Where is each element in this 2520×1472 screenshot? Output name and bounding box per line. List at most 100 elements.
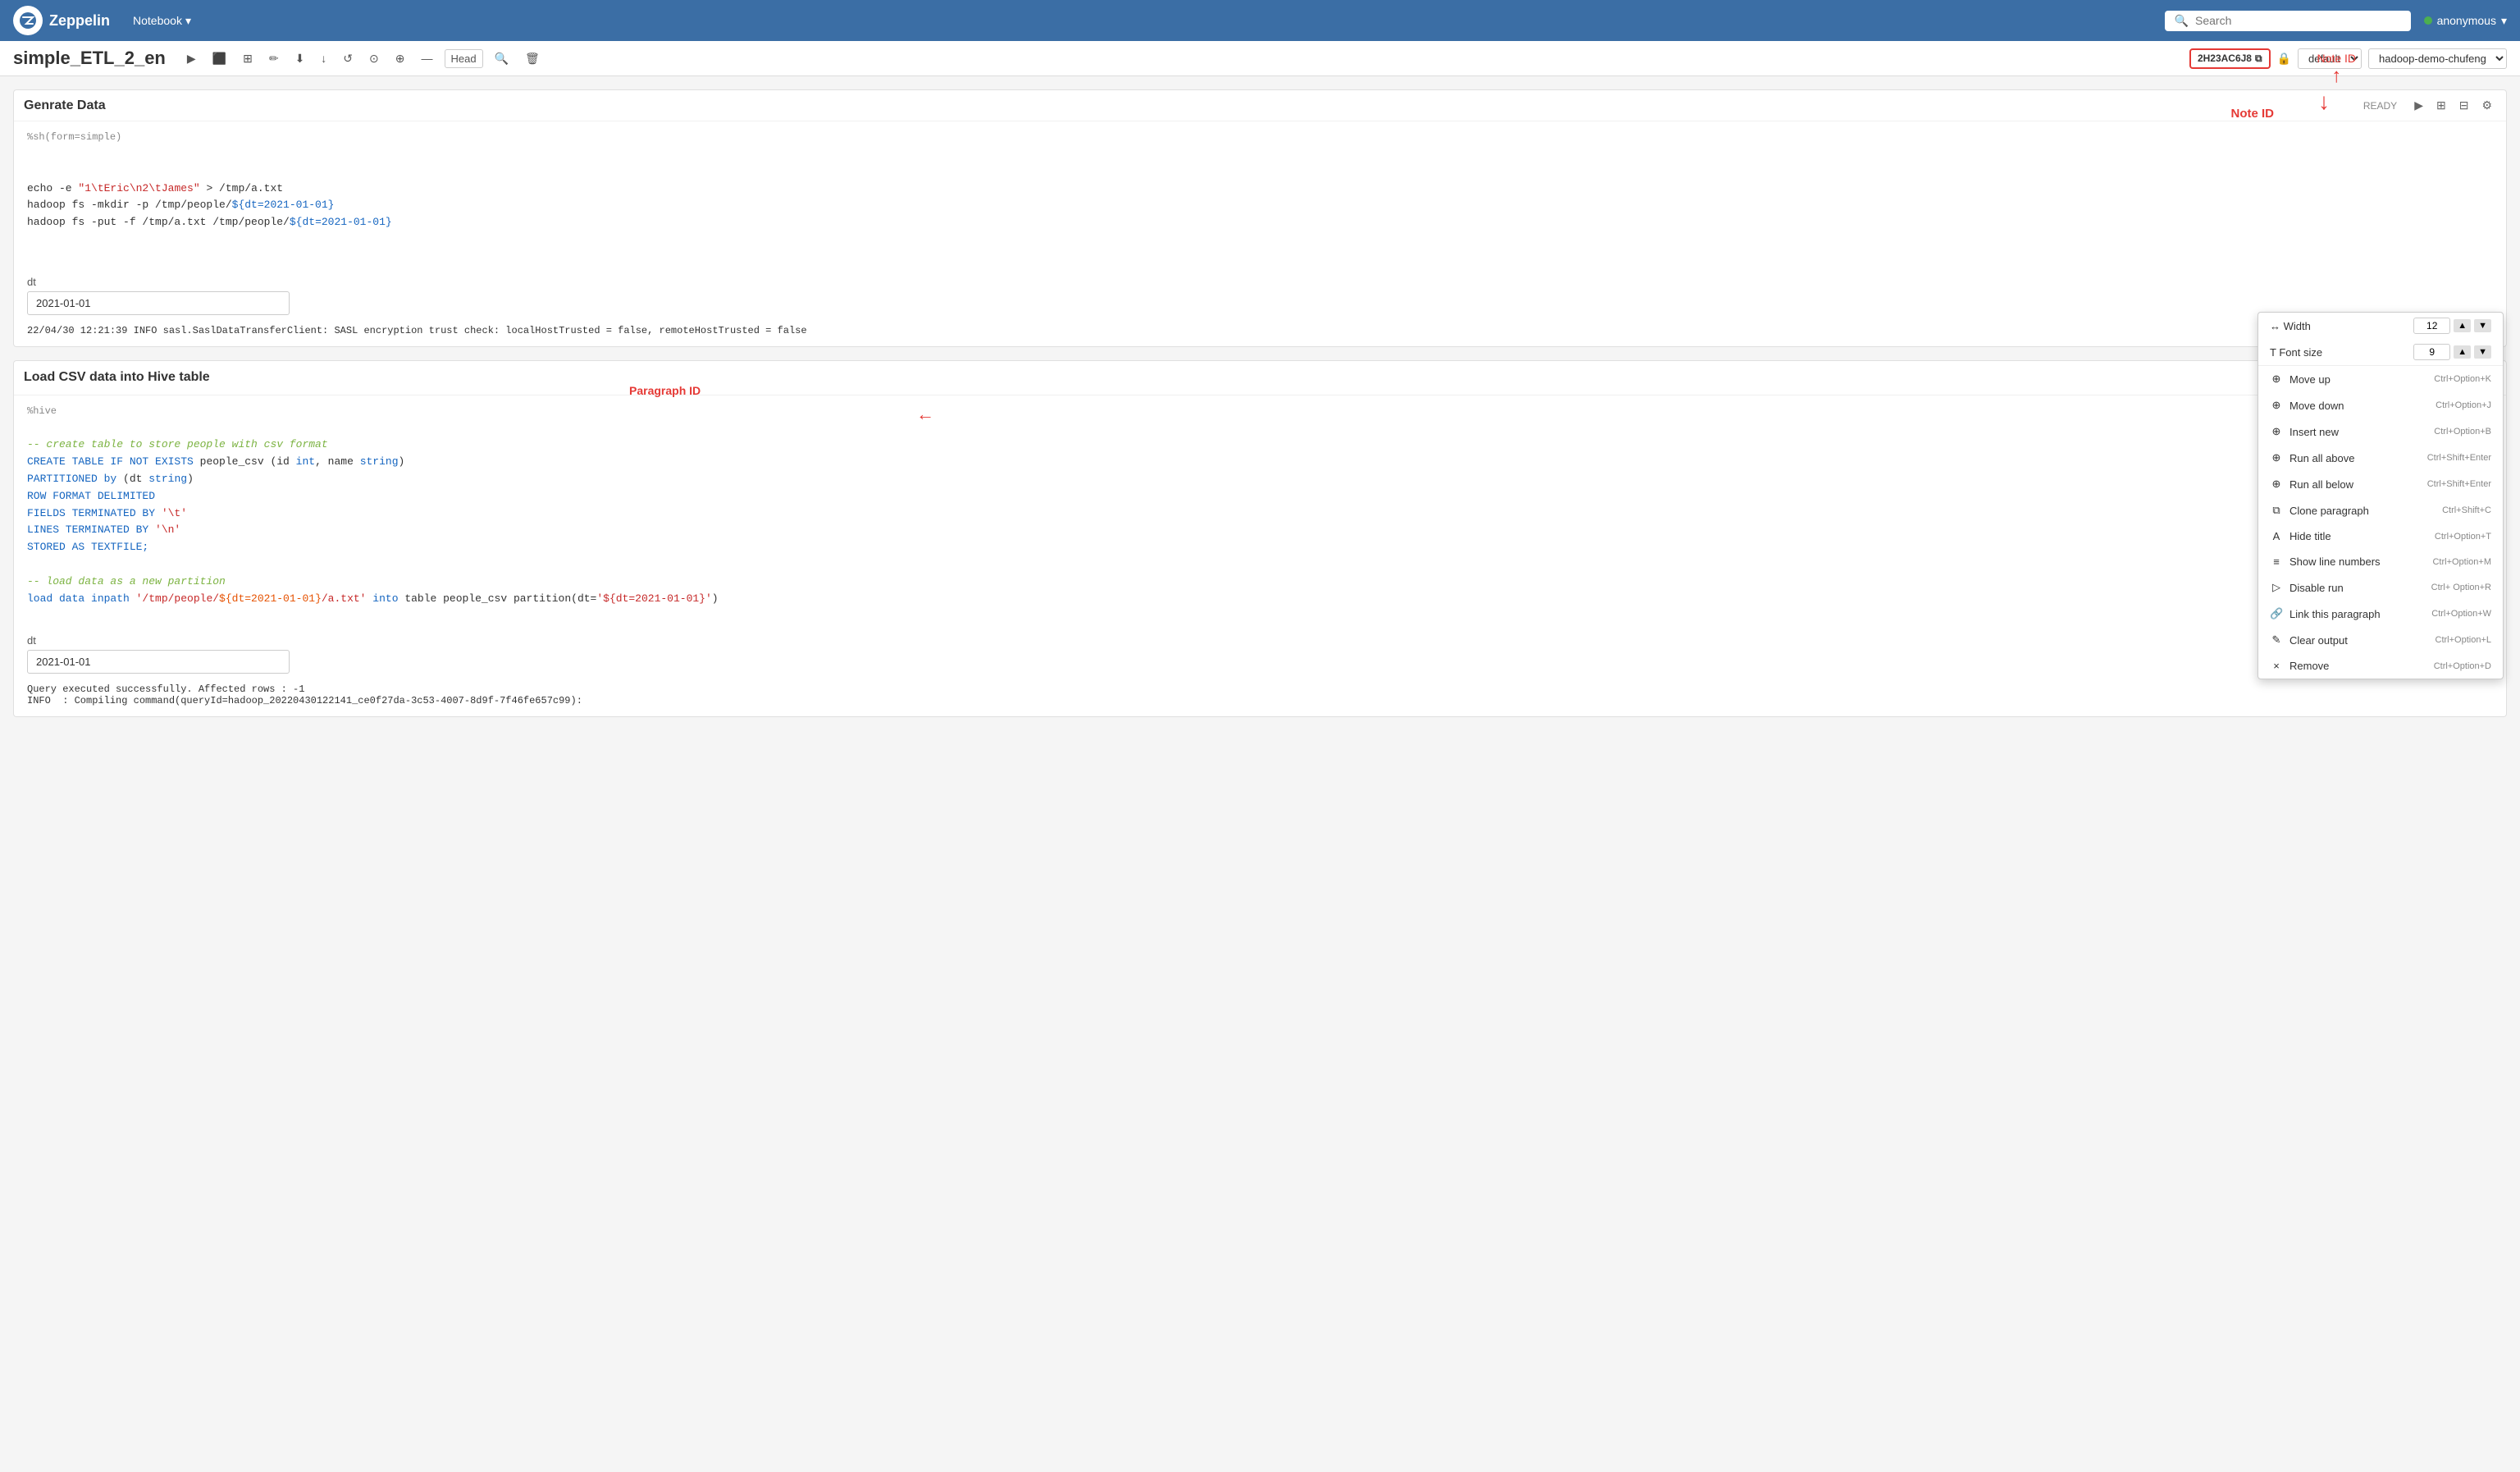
para2-field-label: dt (27, 634, 2493, 647)
interpreter-1: %sh(form=simple) (27, 131, 2493, 143)
link-para-icon: 🔗 (2270, 607, 2283, 620)
menu-width-row: ↔ Width ▲ ▼ (2258, 313, 2503, 339)
search-para-button[interactable]: 🔍 (490, 48, 514, 69)
stop-button[interactable]: ⬛ (208, 48, 231, 69)
comment-2: -- load data as a new partition (27, 575, 226, 587)
clone-label: Clone paragraph (2289, 505, 2369, 517)
code-line-1: echo -e "1\tEric\n2\tJames" > /tmp/a.txt… (27, 182, 392, 229)
move-down-label: Move down (2289, 400, 2344, 412)
fontsize-value[interactable] (2413, 344, 2450, 360)
menu-insert-new[interactable]: ⊕ Insert new Ctrl+Option+B (2258, 418, 2503, 445)
paragraph-1-header: Genrate Data READY ▶ ⊞ ⊟ ⚙ (14, 90, 2506, 121)
menu-clone[interactable]: ⧉ Clone paragraph Ctrl+Shift+C (2258, 497, 2503, 523)
clone-icon: ⧉ (2270, 504, 2283, 517)
brand-logo[interactable]: Zeppelin (13, 6, 110, 35)
clone-shortcut: Ctrl+Shift+C (2442, 505, 2491, 515)
para1-field-label: dt (27, 276, 2493, 288)
menu-line-numbers[interactable]: ≡ Show line numbers Ctrl+Option+M (2258, 549, 2503, 574)
download-button[interactable]: ⬇ (290, 48, 310, 69)
menu-fontsize-row: T Font size ▲ ▼ (2258, 339, 2503, 365)
menu-hide-title[interactable]: A Hide title Ctrl+Option+T (2258, 523, 2503, 549)
paragraph-1-actions: ▶ ⊞ ⊟ ⚙ (2410, 97, 2496, 114)
fontsize-up-button[interactable]: ▲ (2454, 345, 2471, 359)
copy-icon[interactable]: ⧉ (2255, 53, 2262, 65)
clear-icon: ✎ (2270, 633, 2283, 647)
menu-remove[interactable]: × Remove Ctrl+Option+D (2258, 653, 2503, 679)
user-menu[interactable]: anonymous ▾ (2424, 14, 2507, 28)
insert-label: Insert new (2289, 426, 2339, 438)
disable-run-label: Disable run (2289, 582, 2344, 594)
para1-expand-button[interactable]: ⊞ (2432, 97, 2450, 114)
para1-output: 22/04/30 12:21:39 INFO sasl.SaslDataTran… (27, 325, 2493, 336)
notebook-toolbar: simple_ETL_2_en ▶ ⬛ ⊞ ✏ ⬇ ↓ ↺ ⊙ ⊕ — Head… (0, 41, 2520, 76)
paragraph-1-body: %sh(form=simple) echo -e "1\tEric\n2\tJa… (14, 121, 2506, 346)
minus-button[interactable]: — (417, 48, 438, 68)
menu-run-below[interactable]: ⊕ Run all below Ctrl+Shift+Enter (2258, 471, 2503, 497)
delete-notebook-button[interactable]: 🗑 (520, 48, 545, 69)
line-numbers-shortcut: Ctrl+Option+M (2432, 557, 2491, 567)
paragraph-2-title: Load CSV data into Hive table (24, 370, 2405, 385)
cluster-select[interactable]: hadoop-demo-chufeng (2368, 48, 2507, 69)
navbar: Zeppelin Notebook ▾ 🔍 anonymous ▾ (0, 0, 2520, 41)
insert-icon: ⊕ (2270, 425, 2283, 438)
move-down-icon: ⊕ (2270, 399, 2283, 412)
width-value[interactable] (2413, 318, 2450, 334)
menu-chevron-icon: ▾ (185, 14, 191, 28)
run-below-shortcut: Ctrl+Shift+Enter (2427, 479, 2491, 489)
menu-clear-output[interactable]: ✎ Clear output Ctrl+Option+L (2258, 627, 2503, 653)
menu-link-para[interactable]: 🔗 Link this paragraph Ctrl+Option+W (2258, 601, 2503, 627)
hide-title-shortcut: Ctrl+Option+T (2435, 532, 2491, 542)
paragraph-1: Genrate Data READY ▶ ⊞ ⊟ ⚙ %sh(form=simp… (13, 89, 2507, 347)
menu-run-above[interactable]: ⊕ Run all above Ctrl+Shift+Enter (2258, 445, 2503, 471)
disable-run-icon: ▷ (2270, 581, 2283, 594)
notebook-meta: 2H23AC6J8 ⧉ 🔒 default hadoop-demo-chufen… (2189, 48, 2507, 69)
search-box[interactable]: 🔍 (2165, 11, 2411, 31)
fontsize-label: Font size (2279, 346, 2322, 359)
notebook-menu[interactable]: Notebook ▾ (126, 11, 198, 31)
permission-select[interactable]: default (2298, 48, 2362, 69)
para1-layout-button[interactable]: ⊟ (2455, 97, 2473, 114)
note-id-value: 2H23AC6J8 (2198, 53, 2252, 64)
version-button[interactable]: ⊙ (364, 48, 384, 69)
para2-field-input[interactable] (27, 650, 290, 674)
width-down-button[interactable]: ▼ (2474, 319, 2491, 332)
run-below-label: Run all below (2289, 478, 2353, 491)
head-button[interactable]: Head (445, 49, 483, 68)
menu-move-down[interactable]: ⊕ Move down Ctrl+Option+J (2258, 392, 2503, 418)
fontsize-down-button[interactable]: ▼ (2474, 345, 2491, 359)
width-up-button[interactable]: ▲ (2454, 319, 2471, 332)
export-button[interactable]: ↓ (316, 48, 331, 68)
run-above-shortcut: Ctrl+Shift+Enter (2427, 453, 2491, 463)
move-down-shortcut: Ctrl+Option+J (2436, 400, 2491, 410)
paragraph-1-status: READY (2363, 100, 2397, 112)
link-button[interactable]: ⊕ (390, 48, 410, 69)
context-menu: ↔ Width ▲ ▼ T Font size ▲ ▼ ⊕ Move up Ct… (2258, 312, 2504, 679)
para1-settings-button[interactable]: ⚙ (2477, 97, 2496, 114)
run-below-icon: ⊕ (2270, 478, 2283, 491)
lock-icon[interactable]: 🔒 (2277, 52, 2291, 66)
user-status-icon (2424, 16, 2432, 25)
menu-move-up[interactable]: ⊕ Move up Ctrl+Option+K (2258, 366, 2503, 392)
fontsize-icon: T (2270, 346, 2276, 359)
paragraph-2: Load CSV data into Hive table ▶ ⊞ ⊟ ⚙ Co… (13, 360, 2507, 718)
edit-button[interactable]: ✏ (264, 48, 284, 69)
run-all-button[interactable]: ▶ (182, 48, 201, 69)
para2-form-field: dt (27, 634, 2493, 674)
notebook-title: simple_ETL_2_en (13, 48, 166, 69)
search-input[interactable] (2195, 14, 2401, 27)
width-icon: ↔ (2270, 320, 2280, 332)
zoom-button[interactable]: ⊞ (238, 48, 258, 69)
paragraph-1-title: Genrate Data (24, 98, 2357, 113)
menu-disable-run[interactable]: ▷ Disable run Ctrl+ Option+R (2258, 574, 2503, 601)
disable-run-shortcut: Ctrl+ Option+R (2431, 583, 2491, 592)
zeppelin-logo (13, 6, 43, 35)
link-para-shortcut: Ctrl+Option+W (2431, 609, 2491, 619)
width-label: Width (2284, 320, 2311, 332)
remove-icon: × (2270, 660, 2283, 672)
para1-run-button[interactable]: ▶ (2410, 97, 2427, 114)
code-block-1: echo -e "1\tEric\n2\tJames" > /tmp/a.txt… (27, 146, 2493, 266)
para1-field-input[interactable] (27, 291, 290, 315)
move-up-label: Move up (2289, 373, 2331, 386)
refresh-button[interactable]: ↺ (338, 48, 358, 69)
run-above-icon: ⊕ (2270, 451, 2283, 464)
